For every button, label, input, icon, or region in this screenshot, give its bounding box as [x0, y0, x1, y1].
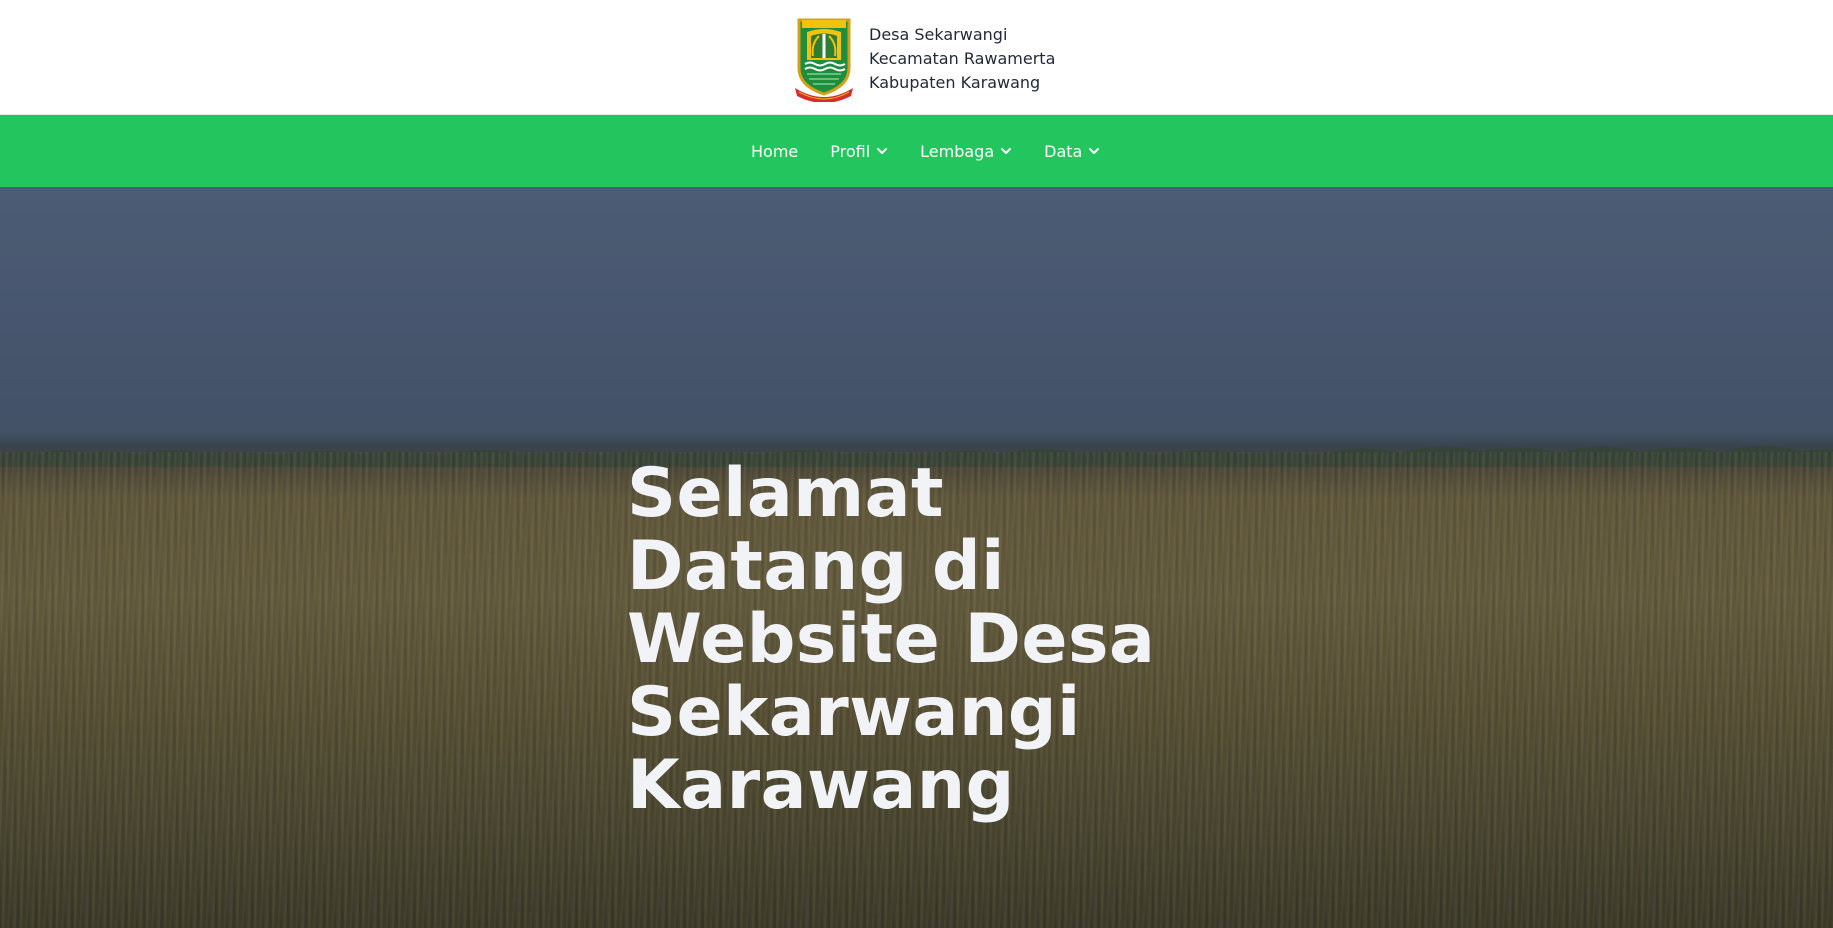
nav-item-label: Profil	[830, 141, 871, 161]
chevron-down-icon	[877, 148, 888, 154]
nav-list: Home Profil Lembaga Data	[751, 115, 1100, 187]
brand-link[interactable]: Desa Sekarwangi Kecamatan Rawamerta Kabu…	[793, 16, 1055, 102]
karawang-regency-emblem-icon	[795, 18, 853, 102]
nav-item-label: Lembaga	[920, 141, 995, 161]
nav-item-lembaga[interactable]: Lembaga	[920, 142, 1012, 161]
chevron-down-icon	[1089, 148, 1100, 154]
regency-name: Kabupaten Karawang	[869, 73, 1041, 92]
nav-item-profil[interactable]: Profil	[830, 142, 888, 161]
nav-item-home[interactable]: Home	[751, 142, 798, 161]
brand-text: Desa Sekarwangi Kecamatan Rawamerta Kabu…	[869, 25, 1055, 93]
nav-item-data[interactable]: Data	[1044, 142, 1100, 161]
site-header: Desa Sekarwangi Kecamatan Rawamerta Kabu…	[0, 0, 1833, 115]
hero-section: Selamat Datang di Website Desa Sekarwang…	[0, 187, 1833, 928]
chevron-down-icon	[1001, 148, 1012, 154]
page: Desa Sekarwangi Kecamatan Rawamerta Kabu…	[0, 0, 1833, 928]
village-name: Desa Sekarwangi	[869, 25, 1008, 44]
main-navbar: Home Profil Lembaga Data	[0, 115, 1833, 187]
nav-item-label: Data	[1044, 141, 1083, 161]
district-name: Kecamatan Rawamerta	[869, 49, 1056, 68]
hero-title: Selamat Datang di Website Desa Sekarwang…	[627, 454, 1156, 825]
nav-item-label: Home	[751, 141, 799, 161]
